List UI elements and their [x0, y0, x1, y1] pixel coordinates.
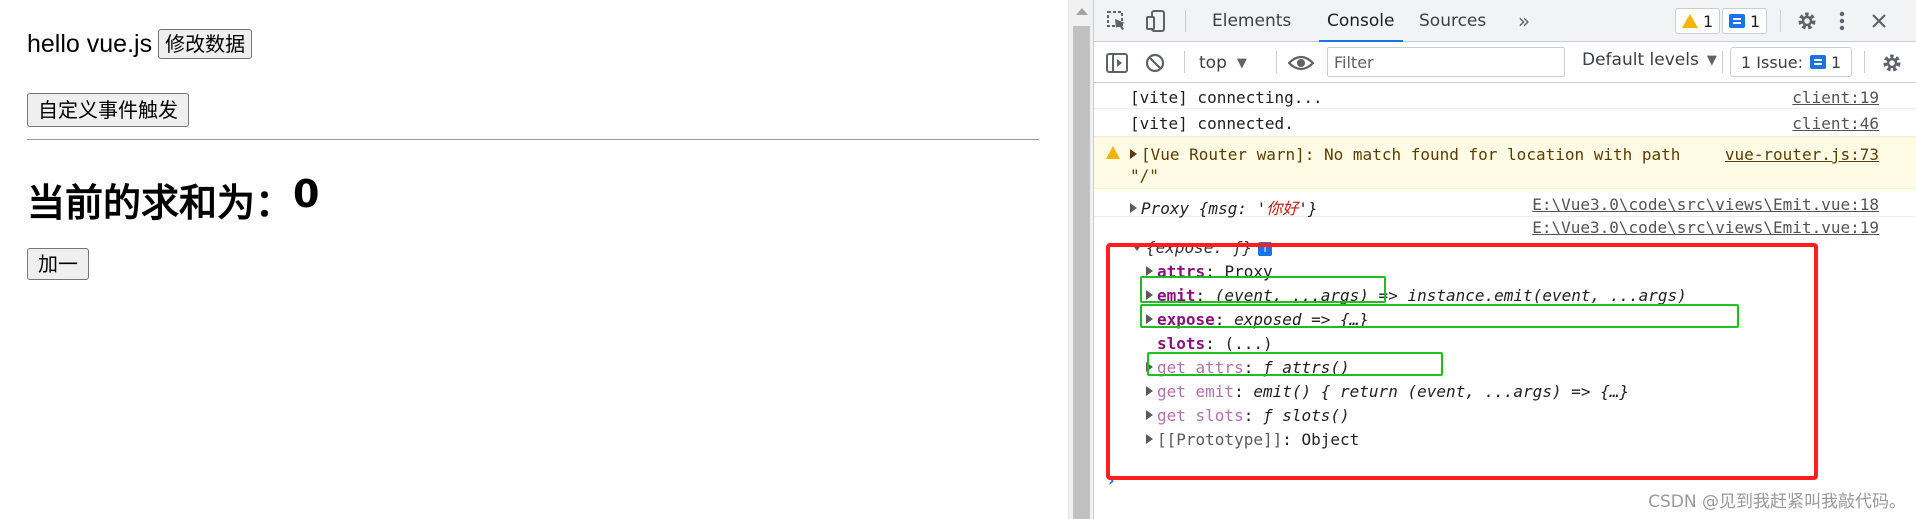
warning-icon	[1682, 14, 1698, 28]
console-message: [vite] connected. client:46	[1094, 109, 1916, 137]
expand-arrow-icon	[1130, 203, 1137, 213]
gear-icon[interactable]	[1794, 8, 1820, 34]
console-message: Proxy {msg: '你好'} E:\Vue3.0\code\src\vie…	[1094, 189, 1916, 219]
source-link[interactable]: client:19	[1792, 88, 1879, 107]
separator	[1184, 51, 1185, 73]
separator	[1185, 10, 1186, 32]
warning-expand-toggle[interactable]: [Vue Router warn]: No match found for lo…	[1130, 145, 1680, 164]
app-page: hello vue.js 修改数据 自定义事件触发 当前的求和为： 0 加一	[0, 0, 1068, 519]
tab-elements[interactable]: Elements	[1212, 0, 1291, 42]
filter-input[interactable]	[1327, 47, 1565, 77]
more-tabs-icon[interactable]: »	[1512, 8, 1536, 34]
issues-label: 1 Issue:	[1741, 52, 1804, 72]
separator	[1780, 10, 1781, 32]
separator	[1722, 51, 1723, 73]
console-toolbar: top ▼ Default levels ▼ 1 Issue: 1	[1094, 42, 1916, 83]
close-icon[interactable]	[1866, 8, 1892, 34]
source-link[interactable]: E:\Vue3.0\code\src\views\Emit.vue:18	[1532, 195, 1879, 214]
console-settings-gear-icon[interactable]	[1879, 50, 1905, 76]
source-link[interactable]: vue-router.js:73	[1725, 145, 1879, 164]
hello-row: hello vue.js 修改数据	[27, 29, 253, 59]
scroll-up-icon[interactable]	[1076, 8, 1088, 15]
warnings-badge[interactable]: 1	[1675, 8, 1721, 34]
separator	[1276, 51, 1277, 73]
proxy-text: Proxy {msg: '	[1141, 199, 1267, 218]
proxy-string-value: 你好	[1266, 199, 1299, 218]
eye-icon[interactable]	[1287, 50, 1315, 76]
warning-icon	[1106, 146, 1120, 159]
log-levels-select[interactable]: Default levels ▼	[1582, 50, 1717, 70]
green-highlight-slots	[1147, 352, 1443, 376]
log-levels-label: Default levels	[1582, 50, 1699, 70]
proxy-object[interactable]: Proxy {msg: '你好'}	[1130, 195, 1318, 219]
warnings-count: 1	[1703, 11, 1714, 31]
devtools-panel: Elements Console Sources » 1 1 top ▼ Fil…	[1093, 0, 1916, 519]
context-select[interactable]: top ▼	[1199, 50, 1247, 76]
add-one-button[interactable]: 加一	[27, 248, 89, 280]
watermark: CSDN @见到我赶紧叫我敲代码。	[1648, 492, 1906, 512]
sum-value: 0	[293, 172, 320, 216]
separator	[1864, 51, 1865, 73]
issues-count: 1	[1831, 52, 1842, 72]
hello-text: hello vue.js	[27, 29, 153, 58]
green-highlight-attrs	[1140, 276, 1386, 303]
emit-event-button[interactable]: 自定义事件触发	[27, 93, 189, 127]
messages-badge[interactable]: 1	[1722, 8, 1768, 34]
divider	[27, 139, 1039, 140]
message-text: [vite] connected.	[1130, 114, 1294, 133]
chevron-down-icon: ▼	[1236, 55, 1247, 71]
issues-button[interactable]: 1 Issue: 1	[1730, 47, 1853, 77]
page-scrollbar[interactable]	[1068, 0, 1093, 519]
console-warning: [Vue Router warn]: No match found for lo…	[1094, 137, 1916, 189]
kebab-menu-icon[interactable]	[1832, 8, 1852, 34]
context-label: top	[1199, 53, 1227, 73]
sum-heading: 当前的求和为： 0	[27, 172, 319, 227]
clear-console-icon[interactable]	[1142, 50, 1168, 76]
source-link[interactable]: client:46	[1792, 114, 1879, 133]
message-icon	[1729, 14, 1745, 28]
green-highlight-emit	[1140, 304, 1739, 328]
sidebar-toggle-icon[interactable]	[1104, 50, 1130, 76]
message-text-cont: "/"	[1130, 166, 1159, 185]
chevron-down-icon: ▼	[1706, 52, 1717, 68]
proxy-tail: '}	[1298, 199, 1318, 218]
issue-icon	[1810, 55, 1827, 69]
expand-arrow-icon	[1130, 149, 1137, 159]
message-text: [vite] connecting...	[1130, 88, 1323, 107]
source-link[interactable]: E:\Vue3.0\code\src\views\Emit.vue:19	[1532, 218, 1879, 237]
messages-count: 1	[1750, 11, 1761, 31]
inspect-element-icon[interactable]	[1104, 8, 1130, 34]
tab-console[interactable]: Console	[1319, 0, 1403, 42]
modify-data-button[interactable]: 修改数据	[158, 29, 253, 59]
scrollbar-thumb[interactable]	[1073, 26, 1090, 519]
message-text: [Vue Router warn]: No match found for lo…	[1141, 145, 1681, 164]
sum-label: 当前的求和为：	[27, 181, 294, 225]
console-message: [vite] connecting... client:19	[1094, 83, 1916, 109]
device-toolbar-icon[interactable]	[1144, 8, 1170, 34]
tab-sources[interactable]: Sources	[1419, 0, 1486, 42]
devtools-tab-bar: Elements Console Sources » 1 1	[1094, 0, 1916, 42]
